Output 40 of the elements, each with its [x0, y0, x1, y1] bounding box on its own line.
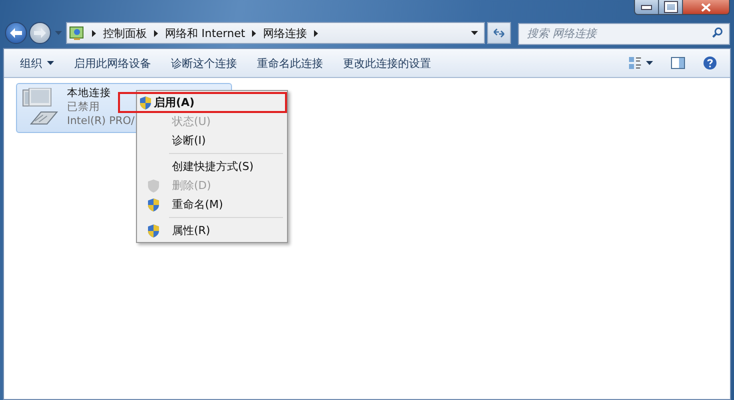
back-button[interactable]	[5, 22, 27, 44]
forward-arrow-icon	[33, 27, 47, 39]
chevron-icon	[92, 30, 96, 36]
menu-item[interactable]: 属性(R)	[167, 220, 216, 241]
network-adapter-icon	[21, 88, 61, 126]
toolbar-button[interactable]: 组织	[12, 52, 62, 74]
minimize-button[interactable]	[635, 0, 659, 14]
close-icon	[701, 2, 711, 12]
maximize-button[interactable]	[659, 0, 683, 14]
help-icon	[703, 56, 717, 70]
adapter-name: Intel(R) PRO/	[67, 114, 135, 128]
view-options-icon	[629, 57, 653, 69]
caret-icon	[47, 61, 54, 65]
connection-name: 本地连接	[67, 86, 112, 100]
back-arrow-icon	[9, 27, 23, 39]
breadcrumb-item[interactable]: 网络连接	[263, 26, 308, 40]
toolbar-button[interactable]: 更改此连接的设置	[335, 52, 439, 74]
chevron-icon	[154, 30, 158, 36]
menu-item[interactable]: 诊断(I)	[167, 130, 211, 151]
refresh-button[interactable]	[487, 22, 511, 44]
search-field[interactable]: 搜索 网络连接	[518, 22, 730, 44]
dropdown-icon[interactable]	[471, 31, 478, 35]
refresh-icon	[493, 28, 505, 38]
control-panel-icon	[69, 25, 85, 41]
address-bar[interactable]: 控制面板 网络和 Internet 网络连接	[66, 22, 485, 44]
menu-item[interactable]: 启用(A)	[118, 92, 287, 113]
toolbar-button[interactable]: 重命名此连接	[249, 52, 331, 74]
connection-status: 已禁用	[67, 100, 101, 114]
preview-pane-icon	[671, 57, 685, 69]
search-icon	[712, 27, 723, 38]
menu-item[interactable]: 重命名(M)	[167, 194, 228, 215]
forward-button[interactable]	[29, 22, 51, 44]
breadcrumb-item[interactable]: 网络和 Internet	[165, 26, 246, 40]
chevron-icon	[314, 30, 318, 36]
close-button[interactable]	[683, 0, 729, 14]
toolbar-button[interactable]: 启用此网络设备	[66, 52, 159, 74]
menu-item[interactable]: 创建快捷方式(S)	[167, 156, 259, 177]
breadcrumb-item[interactable]: 控制面板	[103, 26, 147, 40]
chevron-icon	[252, 30, 256, 36]
toolbar-button[interactable]: 诊断这个连接	[163, 52, 245, 74]
